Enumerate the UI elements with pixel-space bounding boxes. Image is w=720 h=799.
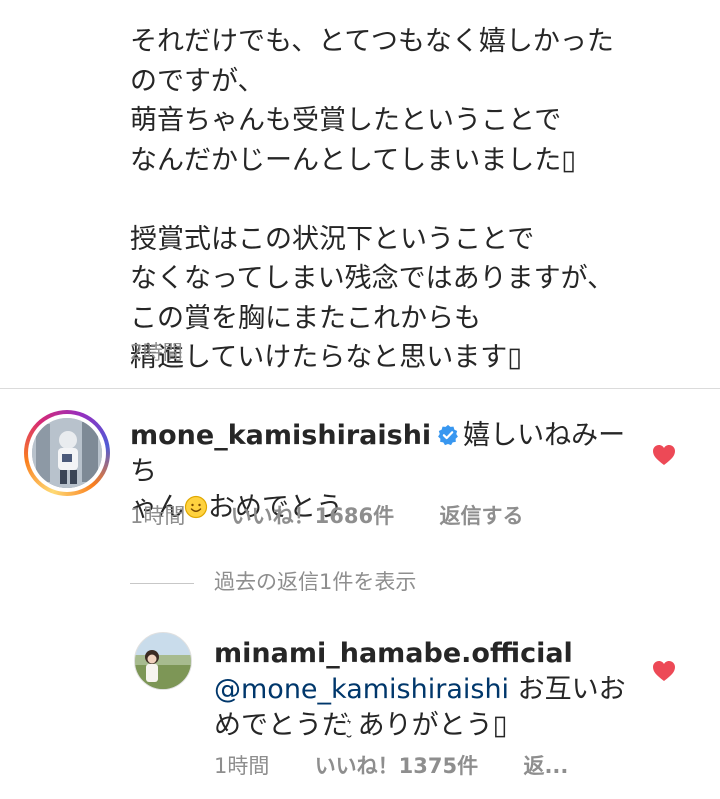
caption-line: のですが、 xyxy=(130,65,265,97)
avatar[interactable] xyxy=(24,410,110,496)
comment-likes[interactable]: いいね！1686件 xyxy=(231,504,394,528)
reply-username[interactable]: minami_hamabe.official xyxy=(214,638,573,669)
reply-body: minami_hamabe.official @mone_kamishirais… xyxy=(214,636,654,747)
reply-text: お互いお xyxy=(509,674,626,705)
reply-text: ありがとう▯ xyxy=(349,710,508,741)
caption-line: 萌音ちゃんも受賞したということで xyxy=(130,105,562,136)
reply-likes[interactable]: いいね！1375件 xyxy=(315,754,478,778)
caption-line: なんだかじーんとしてしまいました▯ xyxy=(130,144,577,176)
heart-icon[interactable] xyxy=(652,444,676,466)
reply-button[interactable]: 返信する xyxy=(439,504,523,528)
reply-text: めでとうだ xyxy=(214,710,349,741)
heart-icon[interactable] xyxy=(652,660,676,682)
divider xyxy=(0,388,720,389)
reply-button[interactable]: 返... xyxy=(523,754,568,778)
comment-username[interactable]: mone_kamishiraishi xyxy=(130,420,431,451)
mention-link[interactable]: @mone_kamishiraishi xyxy=(214,674,509,705)
caption-line: この賞を胸にまたこれからも xyxy=(130,302,481,334)
comment-timestamp: 1時間 xyxy=(130,504,186,528)
caption-line: それだけでも、とてつもなく嬉しかった xyxy=(130,26,614,57)
caption-line: 精進していけたらなと思います▯ xyxy=(130,342,523,373)
post-caption: それだけでも、とてつもなく嬉しかった のですが、 萌音ちゃんも受賞したということ… xyxy=(130,22,690,378)
verified-badge-icon xyxy=(438,424,459,446)
view-replies-label: 過去の返信1件を表示 xyxy=(214,570,417,594)
avatar[interactable] xyxy=(134,632,192,690)
reply-meta: 1時間 いいね！1375件 返... xyxy=(214,750,606,780)
caption-line: なくなってしまい残念ではありますが、 xyxy=(130,263,615,294)
comment-meta: 1時間 いいね！1686件 返信する xyxy=(130,500,561,530)
reply-timestamp: 1時間 xyxy=(214,754,270,778)
post-timestamp: 2時間 xyxy=(130,340,183,364)
avatar-photo xyxy=(135,633,191,689)
avatar-photo xyxy=(32,418,102,488)
view-replies-button[interactable]: 過去の返信1件を表示 xyxy=(130,566,416,596)
caption-line: 授賞式はこの状況下ということで xyxy=(130,223,535,255)
replies-rule xyxy=(130,582,194,584)
